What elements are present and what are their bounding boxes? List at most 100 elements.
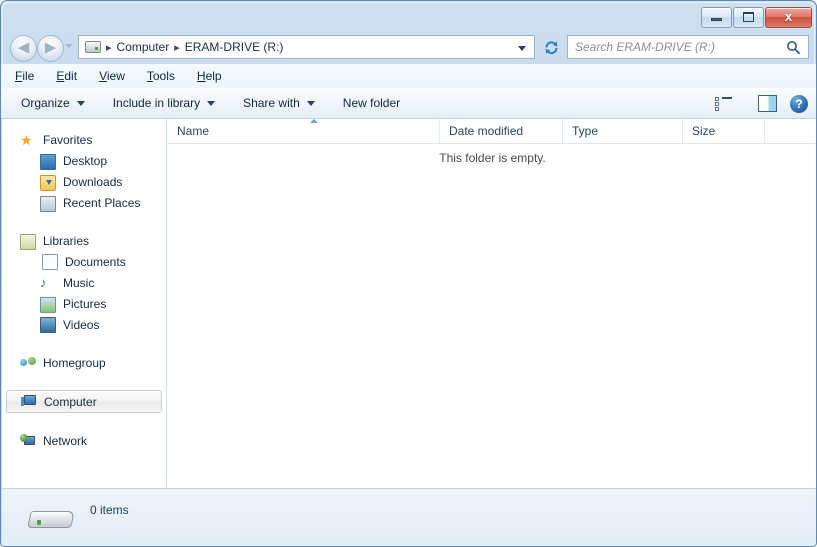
picture-icon (40, 296, 56, 313)
menu-item-help[interactable]: Help (197, 69, 222, 83)
chevron-down-icon (207, 100, 216, 106)
sidebar-label: Recent Places (63, 195, 141, 210)
forward-button[interactable]: ▶ (37, 35, 64, 62)
explorer-window: x ◀ ▶ ▸ Computer ▸ ERAM-DRIVE (R:) Searc… (0, 0, 817, 547)
music-note-icon: ♪ (40, 274, 47, 290)
column-header-spacer[interactable] (764, 119, 816, 143)
change-view-icon[interactable] (715, 96, 732, 111)
toolbar-right-group: ? (715, 88, 808, 119)
include-in-library-label: Include in library (112, 96, 201, 110)
column-header-type[interactable]: Type (562, 119, 682, 143)
window-controls: x (701, 7, 812, 28)
sidebar-item-homegroup[interactable]: Homegroup (2, 352, 166, 373)
sort-ascending-icon (310, 119, 318, 123)
drive-icon (85, 41, 101, 53)
address-bar-row: ◀ ▶ ▸ Computer ▸ ERAM-DRIVE (R:) Search … (1, 31, 816, 64)
sidebar-item-documents[interactable]: Documents (2, 251, 166, 272)
address-bar[interactable]: ▸ Computer ▸ ERAM-DRIVE (R:) (78, 35, 535, 59)
star-icon: ★ (20, 131, 33, 148)
forward-arrow-icon: ▶ (44, 39, 57, 56)
status-bar: 0 items (2, 488, 816, 546)
maximize-icon (743, 12, 754, 22)
item-count-label: 0 items (90, 503, 129, 517)
column-label: Date modified (449, 124, 524, 138)
column-header-row: Name Date modified Type Size (168, 119, 816, 144)
organize-label: Organize (21, 96, 70, 110)
sidebar-item-network[interactable]: Network (2, 430, 166, 451)
breadcrumb-item-computer[interactable]: Computer (117, 40, 170, 54)
video-icon (40, 317, 56, 333)
column-label: Name (177, 124, 210, 138)
minimize-button[interactable] (701, 7, 732, 28)
network-icon (20, 433, 36, 450)
menu-item-tools[interactable]: Tools (147, 69, 175, 83)
menu-label: dit (64, 69, 78, 83)
column-label: Type (572, 124, 599, 138)
drive-icon (27, 505, 75, 531)
share-with-button[interactable]: Share with (243, 96, 315, 110)
menu-item-file[interactable]: File (15, 69, 34, 83)
sidebar-label: Desktop (63, 153, 108, 168)
minimize-icon (711, 18, 722, 21)
menu-item-view[interactable]: View (99, 69, 125, 83)
sidebar-label: Downloads (63, 174, 123, 189)
chevron-down-icon (306, 100, 315, 106)
back-button[interactable]: ◀ (10, 35, 37, 62)
menu-label: ile (22, 69, 35, 83)
close-icon: x (784, 9, 793, 24)
navigation-pane: ★ Favorites Desktop Downloads Recent Pla… (2, 119, 167, 488)
document-icon (42, 254, 58, 270)
downloads-folder-icon (40, 174, 56, 191)
refresh-button[interactable] (539, 35, 563, 59)
include-in-library-button[interactable]: Include in library (112, 96, 216, 110)
new-folder-button[interactable]: New folder (343, 96, 400, 110)
column-header-name[interactable]: Name (168, 119, 439, 143)
sidebar-label: Homegroup (43, 355, 106, 370)
preview-pane-icon[interactable] (758, 95, 777, 112)
breadcrumb-item-drive[interactable]: ERAM-DRIVE (R:) (185, 40, 284, 54)
sidebar-label: Videos (63, 317, 100, 332)
sidebar-item-desktop[interactable]: Desktop (2, 150, 166, 171)
sidebar-item-computer[interactable]: Computer (6, 390, 162, 413)
sidebar-item-recent-places[interactable]: Recent Places (2, 192, 166, 213)
sidebar-group-favorites[interactable]: ★ Favorites (2, 129, 166, 150)
organize-button[interactable]: Organize (21, 96, 85, 110)
sidebar-item-music[interactable]: ♪ Music (2, 272, 166, 293)
file-list-pane[interactable]: Name Date modified Type Size This folder… (168, 119, 816, 488)
sidebar-label: Network (43, 433, 88, 448)
menu-label: ools (152, 69, 175, 83)
search-input[interactable]: Search ERAM-DRIVE (R:) (575, 40, 715, 54)
breadcrumb-separator: ▸ (174, 41, 180, 54)
sidebar-label: Documents (65, 254, 126, 269)
share-with-label: Share with (243, 96, 300, 110)
menu-accesskey: H (196, 69, 206, 83)
sidebar-item-downloads[interactable]: Downloads (2, 171, 166, 192)
help-icon[interactable]: ? (790, 94, 808, 113)
sidebar-group-libraries[interactable]: Libraries (2, 230, 166, 251)
address-dropdown-icon[interactable] (518, 46, 526, 51)
column-header-size[interactable]: Size (682, 119, 764, 143)
menu-item-edit[interactable]: Edit (56, 69, 77, 83)
libraries-icon (20, 233, 36, 250)
title-bar[interactable]: x (1, 1, 816, 31)
maximize-button[interactable] (733, 7, 764, 28)
recent-pages-dropdown-icon[interactable] (65, 44, 73, 48)
sidebar-label: Libraries (43, 233, 90, 248)
computer-icon (21, 394, 37, 411)
close-button[interactable]: x (765, 7, 812, 28)
back-arrow-icon: ◀ (17, 39, 30, 56)
explorer-body: ★ Favorites Desktop Downloads Recent Pla… (2, 119, 816, 488)
menu-accesskey: V (99, 69, 107, 83)
homegroup-icon (20, 356, 36, 372)
menu-label: elp (205, 69, 222, 83)
search-box[interactable]: Search ERAM-DRIVE (R:) (567, 35, 809, 59)
sidebar-label: Pictures (63, 296, 107, 311)
desktop-icon (40, 153, 56, 170)
column-header-date-modified[interactable]: Date modified (439, 119, 562, 143)
sidebar-label: Music (63, 275, 95, 290)
sidebar-item-videos[interactable]: Videos (2, 314, 166, 335)
drive-body (27, 511, 75, 528)
sidebar-item-pictures[interactable]: Pictures (2, 293, 166, 314)
